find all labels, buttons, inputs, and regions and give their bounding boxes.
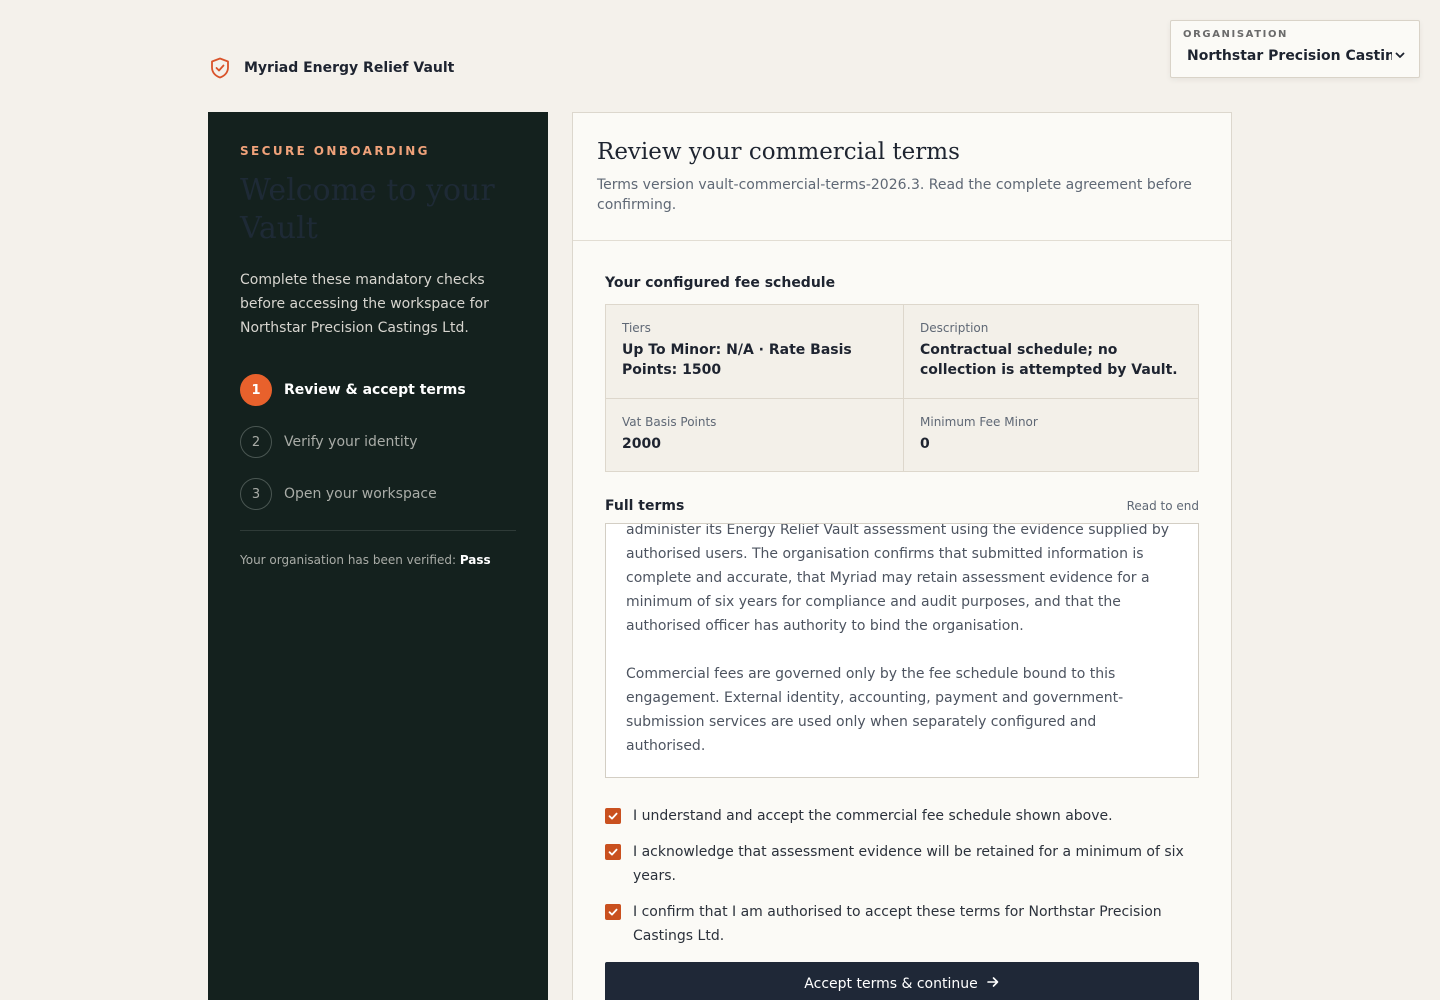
card-body: Your configured fee schedule Tiers Up To… bbox=[573, 275, 1231, 1000]
accept-continue-button[interactable]: Accept terms & continue bbox=[605, 962, 1199, 1000]
verification-prefix: Your organisation has been verified: bbox=[240, 553, 456, 567]
confirm-authority-checkbox[interactable]: I confirm that I am authorised to accept… bbox=[605, 900, 1199, 948]
checkbox-label: I understand and accept the commercial f… bbox=[633, 808, 1113, 824]
step-verify-identity: 2 Verify your identity bbox=[240, 426, 516, 458]
fee-cell-description: Description Contractual schedule; no col… bbox=[903, 305, 1199, 398]
organisation-select[interactable]: Northstar Precision Castings Ltd. bbox=[1183, 46, 1407, 65]
fee-value: Up To Minor: N/A · Rate Basis Points: 15… bbox=[622, 342, 852, 378]
step-label: Review & accept terms bbox=[284, 382, 466, 398]
checkbox-checked[interactable] bbox=[605, 808, 621, 824]
fee-value: 0 bbox=[920, 436, 930, 452]
fee-key: Tiers bbox=[622, 321, 651, 335]
terms-paragraph: administer its Energy Relief Vault asses… bbox=[626, 523, 1170, 634]
acknowledge-retention-checkbox[interactable]: I acknowledge that assessment evidence w… bbox=[605, 840, 1199, 888]
verification-status: Your organisation has been verified: Pas… bbox=[240, 553, 516, 567]
fee-value: 2000 bbox=[622, 436, 661, 452]
step-number: 3 bbox=[240, 478, 272, 510]
chevron-down-icon bbox=[1392, 46, 1406, 65]
arrow-right-icon bbox=[986, 975, 1000, 993]
verification-value: Pass bbox=[459, 553, 491, 567]
fee-value: Contractual schedule; no collection is a… bbox=[920, 342, 1178, 378]
check-icon bbox=[608, 848, 618, 856]
fee-key: Minimum Fee Minor bbox=[920, 415, 1038, 429]
checkbox-checked[interactable] bbox=[605, 904, 621, 920]
full-terms-header: Full terms Read to end bbox=[605, 498, 1199, 514]
onboarding-sidebar: SECURE ONBOARDING Welcome to your Vault … bbox=[208, 112, 548, 1000]
terms-scroll-area[interactable]: administer its Energy Relief Vault asses… bbox=[605, 523, 1199, 778]
fee-key: Vat Basis Points bbox=[622, 415, 717, 429]
terms-version-subtitle: Terms version vault-commercial-terms-202… bbox=[597, 177, 1192, 213]
fee-schedule-table: Tiers Up To Minor: N/A · Rate Basis Poin… bbox=[605, 304, 1199, 472]
sidebar-intro: Complete these mandatory checks before a… bbox=[240, 272, 489, 336]
terms-card: Review your commercial terms Terms versi… bbox=[572, 112, 1232, 1000]
brand: Myriad Energy Relief Vault bbox=[208, 56, 454, 80]
card-header: Review your commercial terms Terms versi… bbox=[573, 113, 1231, 241]
fee-cell-minimum-fee: Minimum Fee Minor 0 bbox=[903, 398, 1199, 471]
organisation-value: Northstar Precision Castings Ltd. bbox=[1187, 47, 1392, 64]
step-list: 1 Review & accept terms 2 Verify your id… bbox=[240, 374, 516, 510]
full-terms-title: Full terms bbox=[605, 498, 685, 514]
organisation-label: ORGANISATION bbox=[1183, 29, 1289, 40]
fee-cell-tiers: Tiers Up To Minor: N/A · Rate Basis Poin… bbox=[606, 305, 903, 398]
button-label: Accept terms & continue bbox=[804, 976, 978, 992]
check-icon bbox=[608, 812, 618, 820]
step-number: 1 bbox=[240, 374, 272, 406]
shield-check-icon bbox=[208, 56, 232, 80]
fee-schedule-title: Your configured fee schedule bbox=[605, 275, 836, 291]
terms-paragraph: Commercial fees are governed only by the… bbox=[626, 666, 1124, 754]
brand-name: Myriad Energy Relief Vault bbox=[244, 60, 455, 76]
organisation-selector[interactable]: ORGANISATION Northstar Precision Casting… bbox=[1170, 20, 1420, 78]
step-review-terms: 1 Review & accept terms bbox=[240, 374, 516, 406]
terms-text: administer its Energy Relief Vault asses… bbox=[626, 523, 1178, 758]
checkbox-label: I confirm that I am authorised to accept… bbox=[633, 904, 1162, 944]
checkbox-label: I acknowledge that assessment evidence w… bbox=[633, 844, 1184, 884]
step-number: 2 bbox=[240, 426, 272, 458]
sidebar-eyebrow: SECURE ONBOARDING bbox=[240, 144, 430, 158]
acceptance-checklist: I understand and accept the commercial f… bbox=[605, 804, 1199, 948]
sidebar-divider bbox=[240, 530, 516, 531]
page-title: Review your commercial terms bbox=[597, 139, 960, 165]
welcome-heading: Welcome to your Vault bbox=[240, 173, 495, 246]
fee-key: Description bbox=[920, 321, 989, 335]
step-label: Verify your identity bbox=[284, 434, 418, 450]
accept-fee-schedule-checkbox[interactable]: I understand and accept the commercial f… bbox=[605, 804, 1199, 828]
checkbox-checked[interactable] bbox=[605, 844, 621, 860]
fee-cell-vat-basis-points: Vat Basis Points 2000 bbox=[606, 398, 903, 471]
step-open-workspace: 3 Open your workspace bbox=[240, 478, 516, 510]
step-label: Open your workspace bbox=[284, 486, 437, 502]
read-status: Read to end bbox=[1126, 499, 1199, 513]
check-icon bbox=[608, 908, 618, 916]
